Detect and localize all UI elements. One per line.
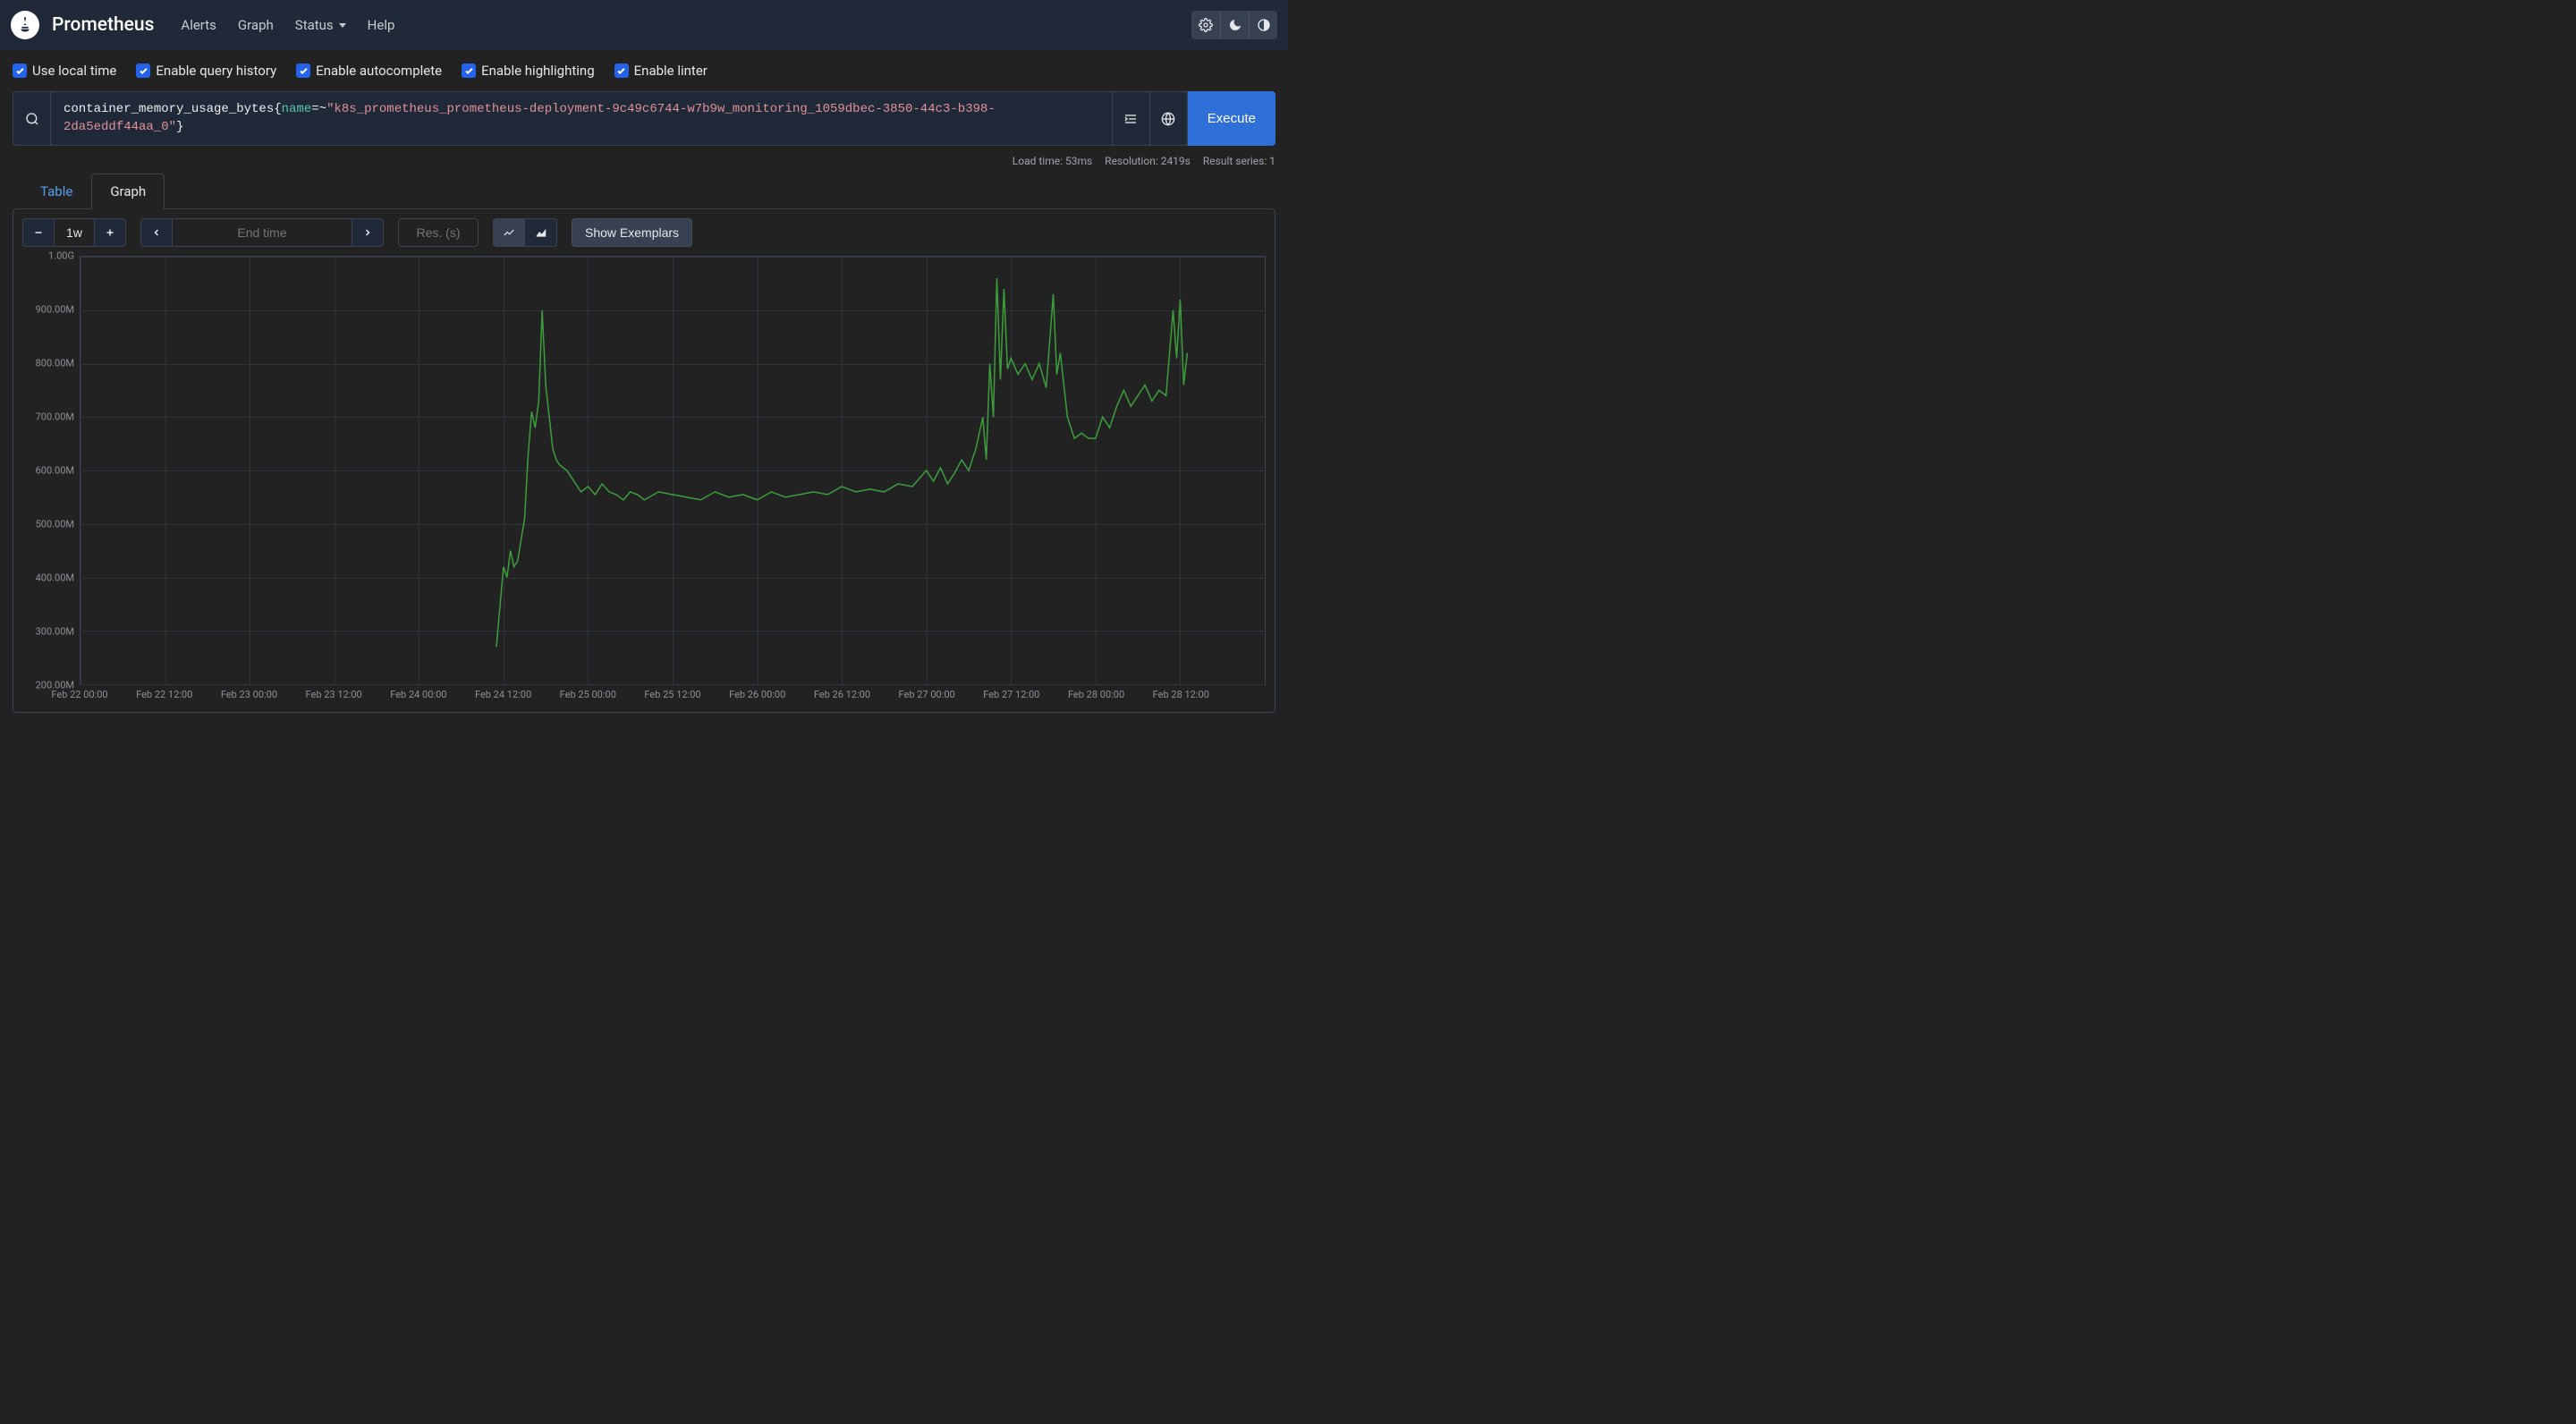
contrast-button[interactable] — [1249, 11, 1277, 39]
caret-down-icon — [339, 23, 346, 28]
y-axis: 200.00M300.00M400.00M500.00M600.00M700.0… — [28, 256, 80, 685]
tabs: Table Graph — [21, 173, 1275, 208]
range-increase-button[interactable] — [94, 218, 126, 247]
navbar-right — [1191, 11, 1277, 39]
brand-title: Prometheus — [52, 14, 154, 36]
status-row: Load time: 53ms Resolution: 2419s Result… — [13, 155, 1275, 167]
status-result-series: Result series: 1 — [1203, 155, 1275, 167]
nav-graph[interactable]: Graph — [229, 10, 283, 40]
endtime-group — [140, 218, 384, 247]
endtime-next-button[interactable] — [352, 218, 384, 247]
status-load-time: Load time: 53ms — [1013, 155, 1092, 167]
x-axis: Feb 22 00:00Feb 22 12:00Feb 23 00:00Feb … — [80, 685, 1266, 703]
nav-help[interactable]: Help — [359, 10, 404, 40]
main-content: Use local time Enable query history Enab… — [0, 50, 1288, 725]
query-op: =~ — [311, 102, 326, 116]
navbar: Prometheus Alerts Graph Status Help — [0, 0, 1288, 50]
option-highlighting[interactable]: Enable highlighting — [462, 63, 595, 79]
plot-box[interactable] — [80, 256, 1266, 685]
dark-mode-button[interactable] — [1220, 11, 1249, 39]
query-label: name — [282, 102, 312, 116]
line-mode-button[interactable] — [493, 218, 525, 247]
show-exemplars-button[interactable]: Show Exemplars — [572, 218, 692, 247]
chevron-right-icon — [362, 227, 373, 238]
option-query-history-label: Enable query history — [156, 63, 276, 79]
checkbox-icon — [136, 64, 150, 78]
navbar-left: Prometheus Alerts Graph Status Help — [11, 10, 403, 40]
graph-panel: Show Exemplars 200.00M300.00M400.00M500.… — [13, 208, 1275, 713]
globe-button[interactable] — [1150, 91, 1188, 146]
metrics-explorer-button[interactable] — [13, 91, 50, 146]
globe-icon — [1161, 112, 1175, 126]
settings-button[interactable] — [1191, 11, 1220, 39]
checkbox-icon — [13, 64, 27, 78]
chart-area: 200.00M300.00M400.00M500.00M600.00M700.0… — [28, 256, 1266, 703]
controls-row: Show Exemplars — [22, 218, 1266, 247]
chart-mode-group — [493, 218, 557, 247]
execute-button[interactable]: Execute — [1188, 91, 1275, 146]
tabs-graph-wrap: Table Graph — [13, 173, 1275, 713]
option-local-time-label: Use local time — [32, 63, 116, 79]
endtime-input[interactable] — [173, 218, 352, 247]
resolution-input[interactable] — [398, 218, 479, 247]
format-query-button[interactable] — [1113, 91, 1150, 146]
status-resolution: Resolution: 2419s — [1105, 155, 1191, 167]
tab-graph[interactable]: Graph — [91, 174, 165, 209]
option-query-history[interactable]: Enable query history — [136, 63, 276, 79]
nav-links: Alerts Graph Status Help — [172, 10, 403, 40]
line-chart-svg — [80, 257, 1265, 684]
range-decrease-button[interactable] — [22, 218, 55, 247]
option-autocomplete[interactable]: Enable autocomplete — [296, 63, 442, 79]
search-icon — [25, 112, 39, 126]
moon-icon — [1228, 18, 1242, 32]
query-metric: container_memory_usage_bytes — [64, 102, 274, 116]
query-row: container_memory_usage_bytes{name=~"k8s_… — [13, 91, 1275, 146]
checkbox-icon — [614, 64, 629, 78]
tab-table[interactable]: Table — [21, 174, 91, 209]
contrast-icon — [1257, 18, 1271, 32]
range-input[interactable] — [55, 218, 94, 247]
nav-status-label: Status — [295, 17, 334, 33]
plus-icon — [105, 227, 115, 238]
area-chart-icon — [535, 226, 547, 239]
option-autocomplete-label: Enable autocomplete — [316, 63, 442, 79]
query-input[interactable]: container_memory_usage_bytes{name=~"k8s_… — [50, 91, 1113, 146]
query-actions: Execute — [1113, 91, 1275, 146]
gear-icon — [1199, 18, 1213, 32]
options-row: Use local time Enable query history Enab… — [13, 63, 1275, 79]
option-highlighting-label: Enable highlighting — [481, 63, 595, 79]
nav-status[interactable]: Status — [286, 10, 355, 40]
minus-icon — [33, 227, 44, 238]
option-linter-label: Enable linter — [634, 63, 708, 79]
prometheus-logo — [11, 11, 39, 39]
stacked-mode-button[interactable] — [525, 218, 557, 247]
option-linter[interactable]: Enable linter — [614, 63, 708, 79]
endtime-prev-button[interactable] — [140, 218, 173, 247]
option-local-time[interactable]: Use local time — [13, 63, 116, 79]
checkbox-icon — [296, 64, 310, 78]
line-chart-icon — [503, 226, 515, 239]
range-group — [22, 218, 126, 247]
nav-alerts[interactable]: Alerts — [172, 10, 225, 40]
chevron-left-icon — [151, 227, 162, 238]
indent-icon — [1123, 112, 1138, 126]
checkbox-icon — [462, 64, 476, 78]
